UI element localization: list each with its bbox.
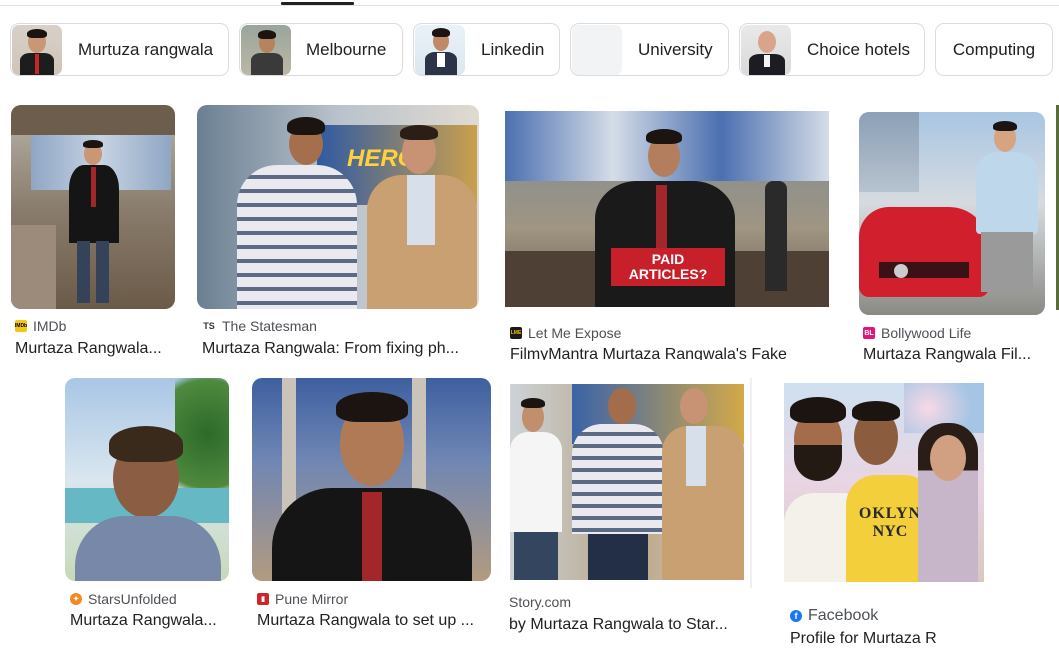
chip-murtuza-rangwala[interactable]: Murtuza rangwala xyxy=(10,23,229,76)
punemirror-icon: ▮ xyxy=(257,593,269,605)
image-result-1[interactable] xyxy=(11,105,175,309)
source-name: IMDb xyxy=(33,318,67,334)
facebook-icon: f xyxy=(790,610,802,622)
result-source[interactable]: BL Bollywood Life xyxy=(863,325,971,341)
source-name: Story.com xyxy=(509,594,571,610)
chip-thumbnail xyxy=(572,24,622,75)
chip-label: Choice hotels xyxy=(807,39,911,59)
chip-choice-hotels[interactable]: Choice hotels xyxy=(739,23,925,76)
imdb-icon: IMDb xyxy=(15,320,27,332)
image-result-7[interactable] xyxy=(510,384,744,580)
chip-label: Linkedin xyxy=(481,39,545,59)
chip-label: Computing xyxy=(952,39,1036,59)
result-source[interactable]: LME Let Me Expose xyxy=(510,325,621,341)
result-title[interactable]: Murtaza Rangwala to set up ... xyxy=(257,612,485,630)
result-source[interactable]: ✦ StarsUnfolded xyxy=(70,591,177,607)
chip-thumbnail xyxy=(741,24,791,75)
result-title[interactable]: by Murtaza Rangwala to Star... xyxy=(509,616,741,634)
chip-melbourne[interactable]: Melbourne xyxy=(239,23,403,76)
result-source[interactable]: TS The Statesman xyxy=(202,318,317,334)
statesman-icon: TS xyxy=(202,320,216,332)
chip-thumbnail xyxy=(12,24,62,75)
source-name: Let Me Expose xyxy=(528,325,622,341)
letmeexpose-icon: LME xyxy=(510,327,522,339)
bollywoodlife-icon: BL xyxy=(863,327,875,339)
chip-thumbnail xyxy=(241,24,291,75)
chip-university[interactable]: University xyxy=(570,23,729,76)
chip-label: Melbourne xyxy=(306,39,387,59)
starsunfolded-icon: ✦ xyxy=(70,593,82,605)
result-title[interactable]: Profile for Murtaza R xyxy=(790,630,980,644)
result-title[interactable]: Murtaza Rangwala... xyxy=(15,340,175,358)
source-name: The Statesman xyxy=(222,318,317,334)
image-result-3[interactable]: PAID ARTICLES? xyxy=(505,111,829,307)
tile-divider xyxy=(750,378,752,588)
chip-computing[interactable]: Computing xyxy=(935,23,1053,76)
chip-label: Murtuza rangwala xyxy=(78,39,214,59)
tabs-divider xyxy=(0,5,1059,6)
source-name: Facebook xyxy=(808,607,879,624)
result-source[interactable]: Story.com xyxy=(509,594,571,610)
result-title[interactable]: Murtaza Rangwala... xyxy=(70,612,226,630)
image-result-8[interactable]: OKLYN NYC xyxy=(784,383,984,582)
chip-thumbnail xyxy=(415,24,465,75)
result-title[interactable]: Murtaza Rangwala: From fixing ph... xyxy=(202,340,468,358)
chip-linkedin[interactable]: Linkedin xyxy=(413,23,560,76)
result-source[interactable]: ▮ Pune Mirror xyxy=(257,591,348,607)
result-title[interactable]: Murtaza Rangwala Fil... xyxy=(863,346,1043,364)
result-title[interactable]: FilmyMantra Murtaza Rangwala's Fake xyxy=(510,346,810,360)
image-result-5[interactable] xyxy=(65,378,229,581)
active-tab-indicator xyxy=(281,2,354,5)
source-name: StarsUnfolded xyxy=(88,591,177,607)
source-name: Pune Mirror xyxy=(275,591,349,607)
image-result-6[interactable] xyxy=(252,378,491,581)
source-name: Bollywood Life xyxy=(881,325,972,341)
paid-articles-banner: PAID ARTICLES? xyxy=(611,248,725,286)
result-source[interactable]: f Facebook xyxy=(790,607,878,625)
image-result-2[interactable]: HERO xyxy=(197,105,479,309)
image-result-4[interactable] xyxy=(859,112,1045,315)
result-source[interactable]: IMDb IMDb xyxy=(15,318,67,334)
chip-label: University xyxy=(638,39,713,59)
